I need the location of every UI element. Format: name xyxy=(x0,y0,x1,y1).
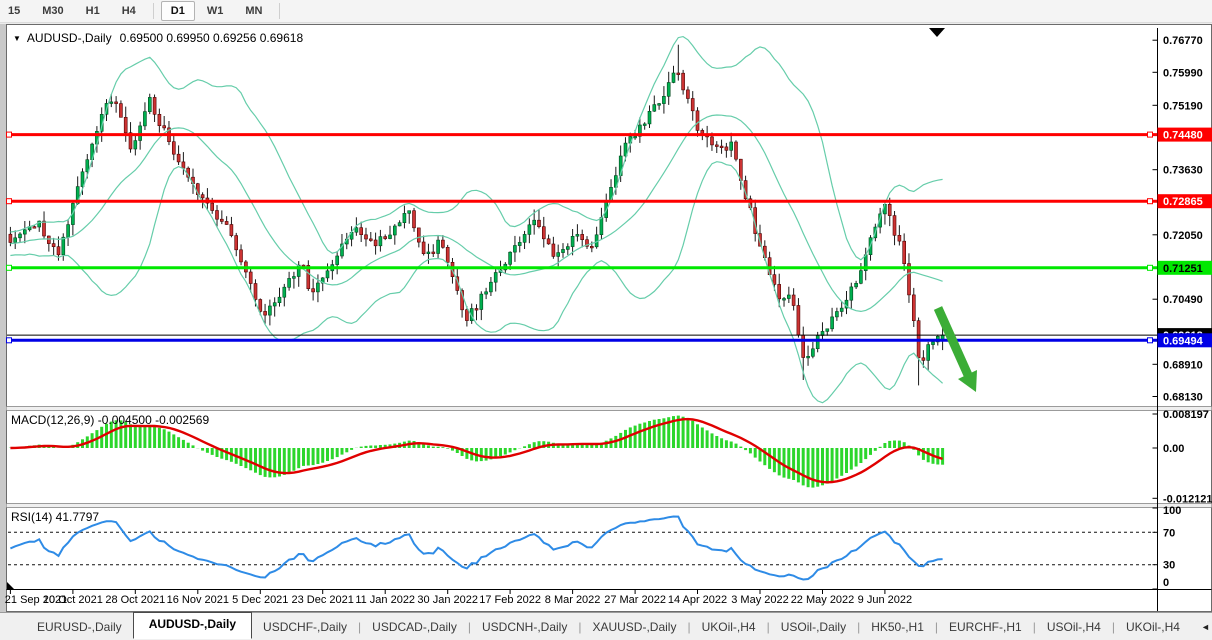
timeframe-button-h4[interactable]: H4 xyxy=(112,1,146,21)
svg-text:3 May 2022: 3 May 2022 xyxy=(731,594,788,606)
svg-text:0.75990: 0.75990 xyxy=(1163,67,1203,79)
toolbar-divider xyxy=(153,3,154,19)
svg-text:5 Dec 2021: 5 Dec 2021 xyxy=(232,594,288,606)
svg-text:0.72050: 0.72050 xyxy=(1163,230,1203,242)
svg-text:0.69494: 0.69494 xyxy=(1163,335,1204,347)
svg-text:0.72865: 0.72865 xyxy=(1163,196,1203,208)
tab-usdcad-daily-3[interactable]: USDCAD-,Daily xyxy=(361,615,468,639)
svg-text:16 Nov 2021: 16 Nov 2021 xyxy=(167,594,229,606)
svg-text:9 Jun 2022: 9 Jun 2022 xyxy=(858,594,912,606)
svg-text:27 Mar 2022: 27 Mar 2022 xyxy=(604,594,666,606)
svg-text:10 Oct 2021: 10 Oct 2021 xyxy=(43,594,103,606)
svg-text:0.68910: 0.68910 xyxy=(1163,359,1203,371)
chart-title: ▼ AUDUSD-,Daily 0.69500 0.69950 0.69256 0.… xyxy=(13,31,303,45)
svg-text:100: 100 xyxy=(1163,505,1181,517)
svg-text:0.68130: 0.68130 xyxy=(1163,392,1203,404)
timeframe-button-h1[interactable]: H1 xyxy=(76,1,110,21)
price-line-chip-2: 0.71251 xyxy=(1158,261,1212,275)
tab-usoil-daily-7[interactable]: USOil-,Daily xyxy=(770,615,857,639)
tab-scroll-left-icon[interactable]: ◄ xyxy=(1201,622,1210,632)
chart-tabbar: EURUSD-,DailyAUDUSD-,DailyUSDCHF-,Daily|… xyxy=(0,612,1212,640)
tab-usdchf-daily-2[interactable]: USDCHF-,Daily xyxy=(252,615,358,639)
price-line-chip-0: 0.74480 xyxy=(1158,128,1212,142)
tab-scroll-controls: ◄► xyxy=(1191,622,1212,632)
svg-text:0.70490: 0.70490 xyxy=(1163,294,1203,306)
svg-text:28 Oct 2021: 28 Oct 2021 xyxy=(105,594,165,606)
svg-text:17 Feb 2022: 17 Feb 2022 xyxy=(479,594,541,606)
tab-ukoil-h4-11[interactable]: UKOil-,H4 xyxy=(1115,615,1191,639)
svg-text:0.008197: 0.008197 xyxy=(1163,409,1209,421)
symbol-dropdown-icon[interactable]: ▼ xyxy=(13,34,21,43)
tab-hk50-h1-8[interactable]: HK50-,H1 xyxy=(860,615,935,639)
svg-text:0.75190: 0.75190 xyxy=(1163,100,1203,112)
svg-text:-0.012121: -0.012121 xyxy=(1163,493,1212,505)
tab-usoil-h4-10[interactable]: USOil-,H4 xyxy=(1036,615,1112,639)
svg-text:0.71251: 0.71251 xyxy=(1163,263,1203,275)
svg-text:0.00: 0.00 xyxy=(1163,443,1184,455)
svg-text:23 Dec 2021: 23 Dec 2021 xyxy=(292,594,354,606)
timeframe-button-d1[interactable]: D1 xyxy=(161,1,195,21)
svg-text:22 May 2022: 22 May 2022 xyxy=(791,594,855,606)
svg-text:30: 30 xyxy=(1163,560,1175,572)
tab-xauusd-daily-5[interactable]: XAUUSD-,Daily xyxy=(581,615,687,639)
chart-canvas[interactable]: 0.76770 0.75990 0.75190 0.73630 0.72050 0.704… xyxy=(0,0,1212,612)
timeframe-button-w1[interactable]: W1 xyxy=(197,1,234,21)
svg-text:0.74480: 0.74480 xyxy=(1163,130,1203,142)
tab-audusd-daily-1[interactable]: AUDUSD-,Daily xyxy=(133,612,252,639)
price-line-chip-1: 0.72865 xyxy=(1158,194,1212,208)
rsi-indicator-label: RSI(14) 41.7797 xyxy=(11,510,99,524)
svg-text:8 Mar 2022: 8 Mar 2022 xyxy=(545,594,601,606)
price-line-chip-3: 0.69494 xyxy=(1158,333,1212,347)
tab-usdcnh-daily-4[interactable]: USDCNH-,Daily xyxy=(471,615,578,639)
svg-text:0.76770: 0.76770 xyxy=(1163,35,1203,47)
svg-text:11 Jan 2022: 11 Jan 2022 xyxy=(355,594,415,606)
chart-symbol-label: AUDUSD-,Daily xyxy=(27,31,112,45)
toolbar-divider xyxy=(279,3,280,19)
svg-text:0.73630: 0.73630 xyxy=(1163,165,1203,177)
tab-eurchf-h1-9[interactable]: EURCHF-,H1 xyxy=(938,615,1033,639)
tab-eurusd-daily-0[interactable]: EURUSD-,Daily xyxy=(26,615,133,639)
svg-text:14 Apr 2022: 14 Apr 2022 xyxy=(668,594,727,606)
svg-text:70: 70 xyxy=(1163,527,1175,539)
macd-indicator-label: MACD(12,26,9) -0.004500 -0.002569 xyxy=(11,413,209,427)
timeframe-button-mn[interactable]: MN xyxy=(235,1,272,21)
svg-text:30 Jan 2022: 30 Jan 2022 xyxy=(417,594,478,606)
chart-ohlc-values: 0.69500 0.69950 0.69256 0.69618 xyxy=(120,31,304,45)
timeframe-button-15[interactable]: 15 xyxy=(0,1,30,21)
timeframe-toolbar: 15M30H1H4 D1W1MN xyxy=(0,0,1212,23)
timeframe-button-m30[interactable]: M30 xyxy=(32,1,73,21)
svg-text:0: 0 xyxy=(1163,577,1169,589)
tab-ukoil-h4-6[interactable]: UKOil-,H4 xyxy=(691,615,767,639)
